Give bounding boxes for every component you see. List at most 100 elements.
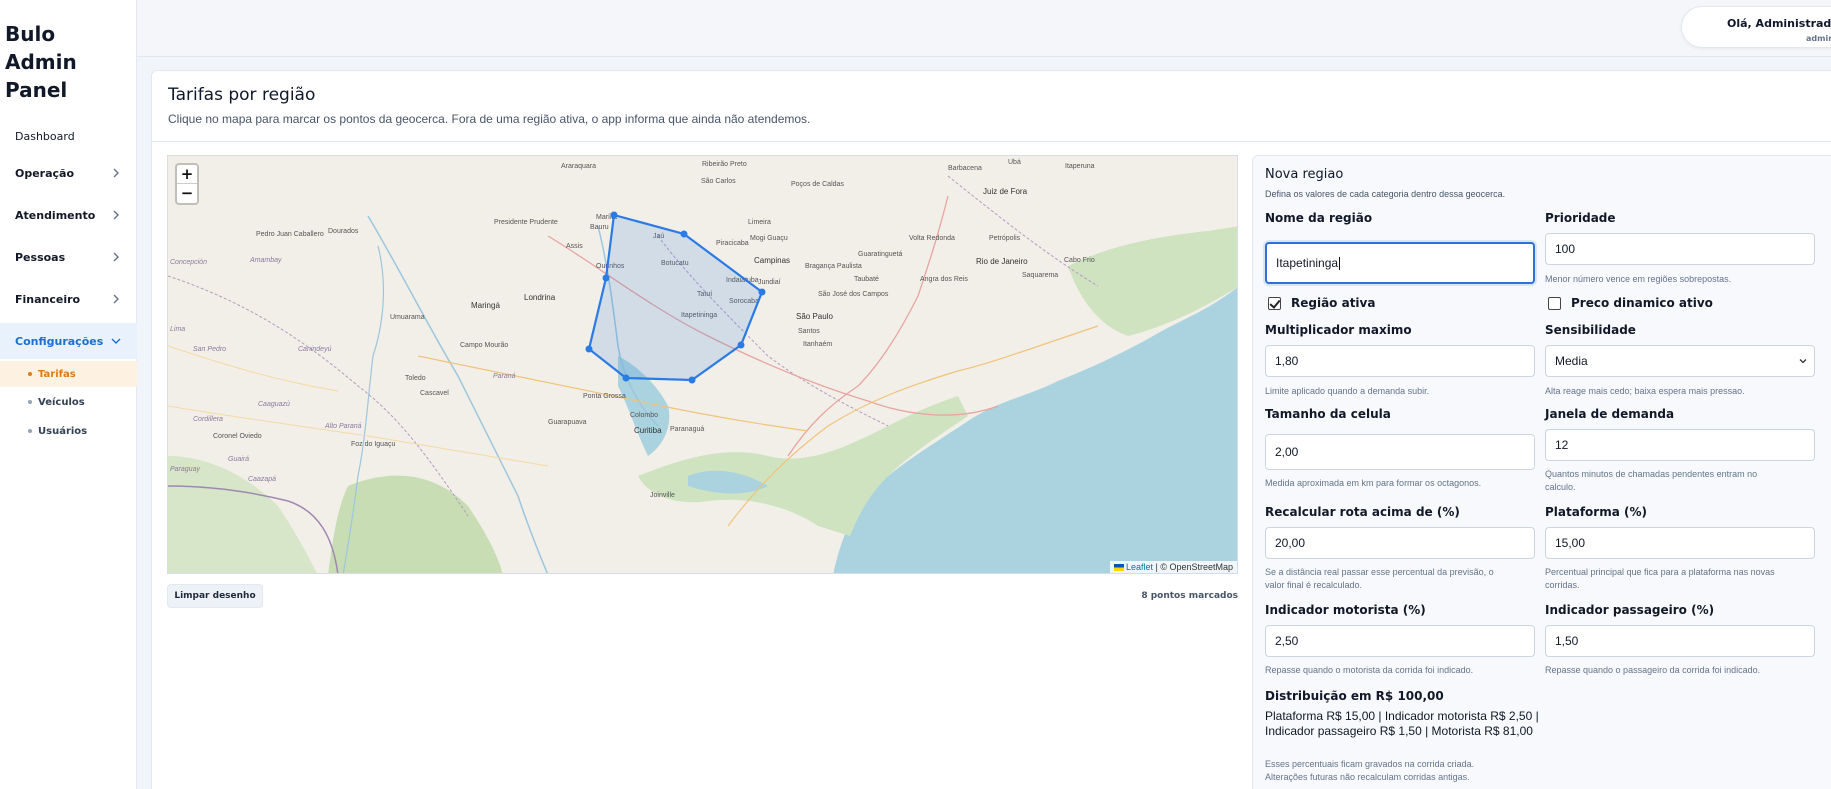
- map-label-city: Ponta Grossa: [583, 393, 626, 400]
- form-subtitle: Defina os valores de cada categoria dent…: [1265, 189, 1506, 199]
- brand-line-2: Admin: [5, 50, 77, 74]
- map-label-city: Jundiaí: [758, 279, 781, 286]
- map-label-region: Caaguazú: [258, 401, 290, 408]
- cell-size-label: Tamanho da celula: [1265, 407, 1391, 421]
- sidebar-item-operacao[interactable]: Operação: [0, 155, 137, 191]
- map-label-city: Itaperuna: [1065, 163, 1095, 170]
- dynamic-price-checkbox[interactable]: Preco dinamico ativo: [1548, 296, 1713, 310]
- map-label-city: Guarapuava: [548, 419, 587, 426]
- map-label-city: Saquarema: [1022, 272, 1058, 279]
- map-label-city: Cabo Frio: [1064, 257, 1095, 264]
- sensitivity-select[interactable]: Media: [1545, 345, 1815, 377]
- map-label-city: Londrina: [524, 293, 556, 302]
- recalc-route-label: Recalcular rota acima de (%): [1265, 505, 1460, 519]
- map-label-region: Guairá: [228, 456, 249, 463]
- priority-value: 100: [1555, 242, 1576, 256]
- geofence-vertex[interactable]: [680, 230, 688, 238]
- map-label-region: Cordillera: [193, 416, 223, 423]
- sidebar-item-dashboard[interactable]: Dashboard: [0, 118, 137, 154]
- sidebar-item-label: Pessoas: [15, 250, 66, 264]
- map-label-city: Dourados: [328, 228, 359, 235]
- map-label-region: Amambay: [249, 257, 282, 264]
- cell-size-input[interactable]: 2,00: [1265, 434, 1535, 470]
- platform-help-line: corridas.: [1545, 580, 1580, 590]
- map-label-city: Bauru: [590, 224, 609, 231]
- map-label-city: Taubaté: [854, 276, 879, 283]
- geofence-vertex[interactable]: [737, 341, 745, 349]
- user-greeting: Olá, Administrador: [1727, 17, 1831, 30]
- driver-referral-help: Repasse quando o motorista da corrida fo…: [1265, 665, 1474, 675]
- map-label-region: Paraná: [493, 373, 516, 380]
- map-label-region: Alto Paraná: [324, 423, 362, 430]
- recalc-route-help-line: Se a distância real passar esse percentu…: [1265, 567, 1494, 577]
- user-menu[interactable]: Olá, Administrador admin: [1681, 6, 1831, 48]
- sidebar-item-configuracoes[interactable]: Configurações: [0, 323, 137, 359]
- map-label-region: Caazapá: [248, 476, 276, 483]
- recalc-route-input[interactable]: 20,00: [1265, 527, 1535, 559]
- map-label-city: São Paulo: [796, 312, 833, 321]
- geofence-map[interactable]: Ribeirão Preto Araraquara São Carlos Poç…: [167, 155, 1238, 574]
- map-label-region: Paraguay: [170, 466, 200, 473]
- cell-size-help: Medida aproximada em km para formar os o…: [1265, 478, 1482, 488]
- sidebar-item-label: Operação: [15, 166, 75, 180]
- sidebar-subitem-tarifas[interactable]: Tarifas: [0, 361, 137, 387]
- sidebar-item-pessoas[interactable]: Pessoas: [0, 239, 137, 275]
- map-label-city: Joinville: [650, 492, 675, 499]
- map-label-city: Pedro Juan Caballero: [256, 231, 324, 238]
- region-active-checkbox[interactable]: Região ativa: [1268, 296, 1375, 310]
- sidebar-subitem-label: Tarifas: [38, 368, 76, 380]
- ukraine-flag-icon: [1113, 564, 1124, 571]
- platform-input[interactable]: 15,00: [1545, 527, 1815, 559]
- driver-referral-label: Indicador motorista (%): [1265, 603, 1426, 617]
- platform-help: Percentual principal que fica para a pla…: [1545, 566, 1775, 592]
- geofence-vertex[interactable]: [622, 374, 630, 382]
- driver-referral-input[interactable]: 2,50: [1265, 625, 1535, 657]
- zoom-in-button[interactable]: +: [177, 165, 197, 184]
- geofence-vertex[interactable]: [602, 274, 610, 282]
- zoom-out-button[interactable]: −: [177, 184, 197, 203]
- brand-title: Bulo Admin Panel: [5, 20, 77, 104]
- demand-window-help-line: Quantos minutos de chamadas pendentes en…: [1545, 469, 1758, 479]
- map-label-city: Santos: [798, 328, 820, 335]
- map-label-city: Juiz de Fora: [983, 187, 1028, 196]
- map-label-city: Colombo: [630, 412, 658, 419]
- priority-input[interactable]: 100: [1545, 233, 1815, 265]
- map-label-city: Ribeirão Preto: [702, 161, 747, 168]
- map-label-city: Guaratinguetá: [858, 251, 902, 258]
- passenger-referral-input[interactable]: 1,50: [1545, 625, 1815, 657]
- sidebar-item-financeiro[interactable]: Financeiro: [0, 281, 137, 317]
- geofence-vertex[interactable]: [688, 376, 696, 384]
- demand-window-input[interactable]: 12: [1545, 429, 1815, 461]
- demand-window-value: 12: [1555, 438, 1569, 452]
- map-label-region: Lima: [170, 326, 185, 333]
- leaflet-link[interactable]: Leaflet: [1126, 562, 1153, 572]
- driver-referral-value: 2,50: [1275, 634, 1299, 648]
- max-multiplier-input[interactable]: 1,80: [1265, 345, 1535, 377]
- chevron-right-icon: [113, 294, 119, 304]
- map-label-region: Concepción: [170, 259, 207, 266]
- geofence-vertex[interactable]: [758, 288, 766, 296]
- sidebar-subitem-label: Veículos: [38, 396, 85, 408]
- clear-drawing-button[interactable]: Limpar desenho: [167, 584, 263, 608]
- map-attribution: Leaflet | © OpenStreetMap: [1109, 561, 1237, 573]
- geofence-vertex[interactable]: [585, 345, 593, 353]
- bullet-icon: [28, 400, 32, 404]
- map-label-city: Itanhaém: [803, 341, 832, 348]
- region-name-input[interactable]: Itapetininga: [1265, 242, 1535, 284]
- sidebar-item-atendimento[interactable]: Atendimento: [0, 197, 137, 233]
- map-label-city: Toledo: [405, 375, 426, 382]
- map-label-city: Bragança Paulista: [805, 263, 862, 270]
- map-label-city: Volta Redonda: [909, 235, 955, 242]
- sidebar-subitem-usuarios[interactable]: Usuários: [0, 418, 137, 444]
- max-multiplier-label: Multiplicador maximo: [1265, 323, 1412, 337]
- map-label-city: Rio de Janeiro: [976, 257, 1028, 266]
- priority-help: Menor número vence em regiões sobreposta…: [1545, 274, 1732, 284]
- sidebar-subitem-veiculos[interactable]: Veículos: [0, 389, 137, 415]
- map-label-city: Barbacena: [948, 165, 982, 172]
- region-name-label: Nome da região: [1265, 211, 1373, 225]
- osm-attribution[interactable]: | © OpenStreetMap: [1155, 562, 1233, 572]
- map-label-city: Angra dos Reis: [920, 276, 968, 283]
- geofence-vertex[interactable]: [610, 211, 618, 219]
- passenger-referral-value: 1,50: [1555, 634, 1579, 648]
- brand-line-1: Bulo: [5, 22, 56, 46]
